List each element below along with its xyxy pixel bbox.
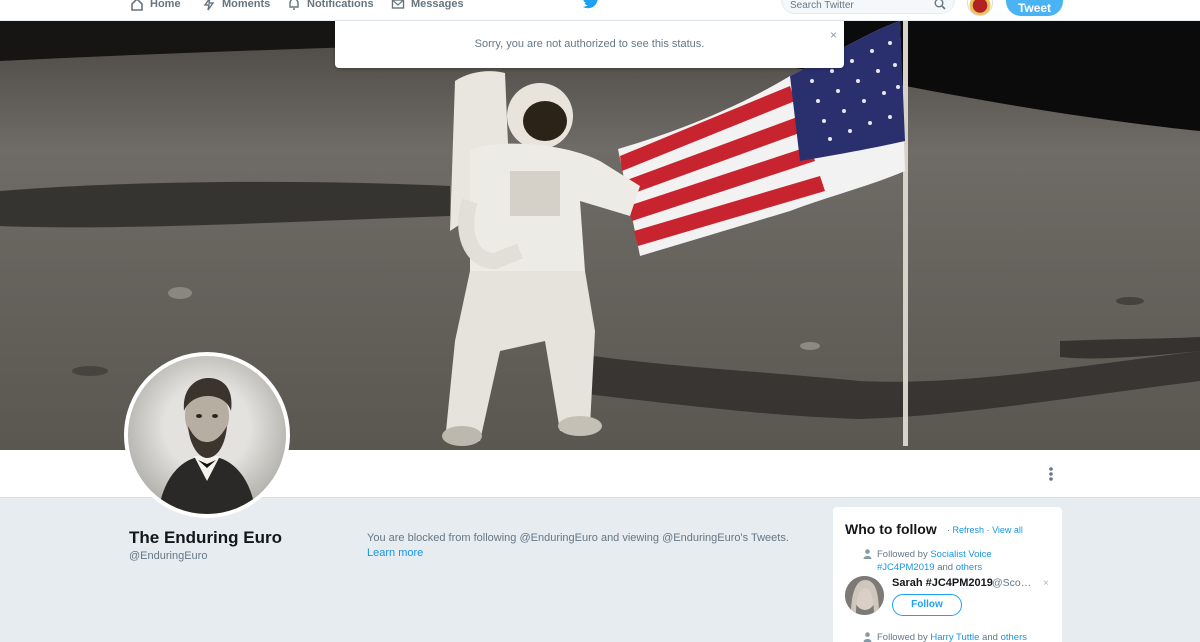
suggestion-handle: @Sco… [992, 577, 1032, 589]
followed-by-note: Followed by Harry Tuttle and others [863, 631, 1057, 642]
unauthorized-alert: Sorry, you are not authorized to see thi… [335, 21, 844, 68]
nav-home[interactable]: Home [130, 0, 181, 14]
nav-messages-label: Messages [411, 0, 464, 10]
profile-avatar[interactable] [124, 352, 290, 518]
home-icon [131, 0, 143, 11]
close-icon[interactable]: × [830, 28, 837, 42]
followed-by-others[interactable]: others [956, 562, 982, 573]
person-icon [863, 632, 872, 642]
lightning-icon [203, 0, 215, 11]
followed-by-others[interactable]: others [1001, 632, 1027, 642]
twitter-bird-icon[interactable] [582, 0, 600, 10]
nav-notifications[interactable]: Notifications [287, 0, 374, 14]
learn-more-link[interactable]: Learn more [367, 547, 423, 559]
account-avatar[interactable] [967, 0, 993, 16]
profile-name[interactable]: The Enduring Euro [129, 528, 282, 548]
suggestion-avatar-image [845, 576, 884, 615]
nav-moments-label: Moments [222, 0, 271, 10]
profile-handle: @EnduringEuro [129, 550, 208, 562]
envelope-icon [391, 0, 405, 9]
followed-by-and: and [937, 562, 954, 573]
tweet-button[interactable]: Tweet [1006, 0, 1063, 16]
followed-by-names[interactable]: Harry Tuttle [930, 632, 979, 642]
nav-moments[interactable]: Moments [202, 0, 270, 14]
search-box [781, 0, 955, 14]
nav-notifications-label: Notifications [307, 0, 374, 10]
nav-home-label: Home [150, 0, 181, 10]
separator: · [947, 525, 950, 535]
nav-messages[interactable]: Messages [391, 0, 464, 14]
bell-icon [289, 0, 299, 10]
followed-by-note: Followed by Socialist Voice #JC4PM2019 a… [863, 548, 1007, 574]
followed-by-prefix: Followed by [877, 632, 928, 642]
refresh-link[interactable]: Refresh [953, 525, 985, 535]
top-navigation-bar: Home Moments Notifications Messages Twee… [0, 0, 1200, 21]
who-to-follow-links: · Refresh · View all [947, 525, 1023, 535]
separator: · [986, 525, 990, 535]
blocked-message: You are blocked from following @Enduring… [367, 532, 789, 544]
who-to-follow-title: Who to follow [845, 521, 937, 537]
search-icon[interactable] [934, 0, 946, 10]
followed-by-and: and [982, 632, 998, 642]
who-to-follow-panel: Who to follow · Refresh · View all Follo… [833, 507, 1062, 642]
follow-button[interactable]: Follow [892, 594, 962, 616]
person-icon [863, 549, 872, 559]
avatar-portrait-image [128, 356, 286, 514]
dismiss-icon[interactable]: × [1043, 578, 1049, 589]
suggestion-avatar[interactable] [845, 576, 884, 615]
search-input[interactable] [790, 0, 930, 11]
more-options-icon[interactable] [1044, 466, 1058, 482]
blocked-notice: You are blocked from following @Enduring… [367, 531, 827, 561]
suggestion-name[interactable]: Sarah #JC4PM2019 [892, 577, 993, 589]
view-all-link[interactable]: View all [992, 525, 1023, 535]
alert-message: Sorry, you are not authorized to see thi… [474, 38, 705, 50]
followed-by-prefix: Followed by [877, 549, 928, 560]
